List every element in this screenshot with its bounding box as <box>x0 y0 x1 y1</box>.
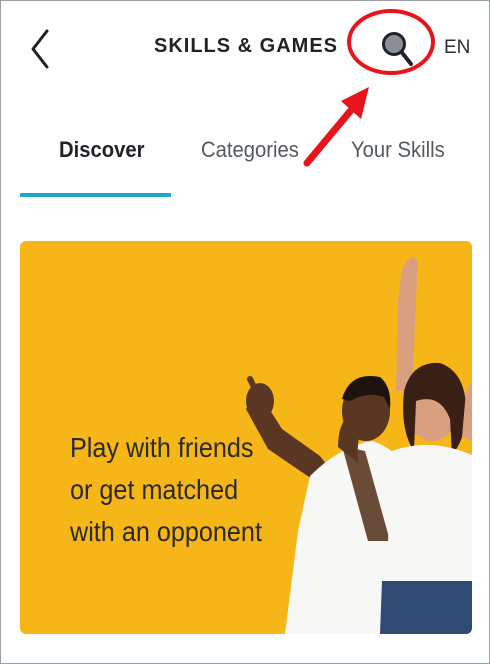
tab-discover[interactable]: Discover <box>59 137 145 163</box>
search-button[interactable] <box>373 25 421 73</box>
banner-line: Play with friends <box>70 432 254 463</box>
tab-your-skills[interactable]: Your Skills <box>351 137 445 163</box>
tab-bar: Discover Categories Your Skills <box>1 127 490 201</box>
app-header: SKILLS & GAMES EN <box>1 1 490 101</box>
woman-figure <box>380 257 472 634</box>
back-button[interactable] <box>25 27 55 71</box>
banner-line: or get matched <box>70 474 239 505</box>
language-selector[interactable]: EN <box>444 37 470 59</box>
promo-banner[interactable]: Play with friends or get matched with an… <box>20 241 472 634</box>
banner-headline: Play with friends or get matched with an… <box>70 427 277 553</box>
page-title: SKILLS & GAMES <box>153 35 338 57</box>
active-tab-indicator <box>20 193 171 197</box>
chevron-left-icon <box>31 29 49 69</box>
tab-categories[interactable]: Categories <box>201 137 299 163</box>
search-icon <box>382 32 413 66</box>
banner-line: with an opponent <box>70 516 262 547</box>
